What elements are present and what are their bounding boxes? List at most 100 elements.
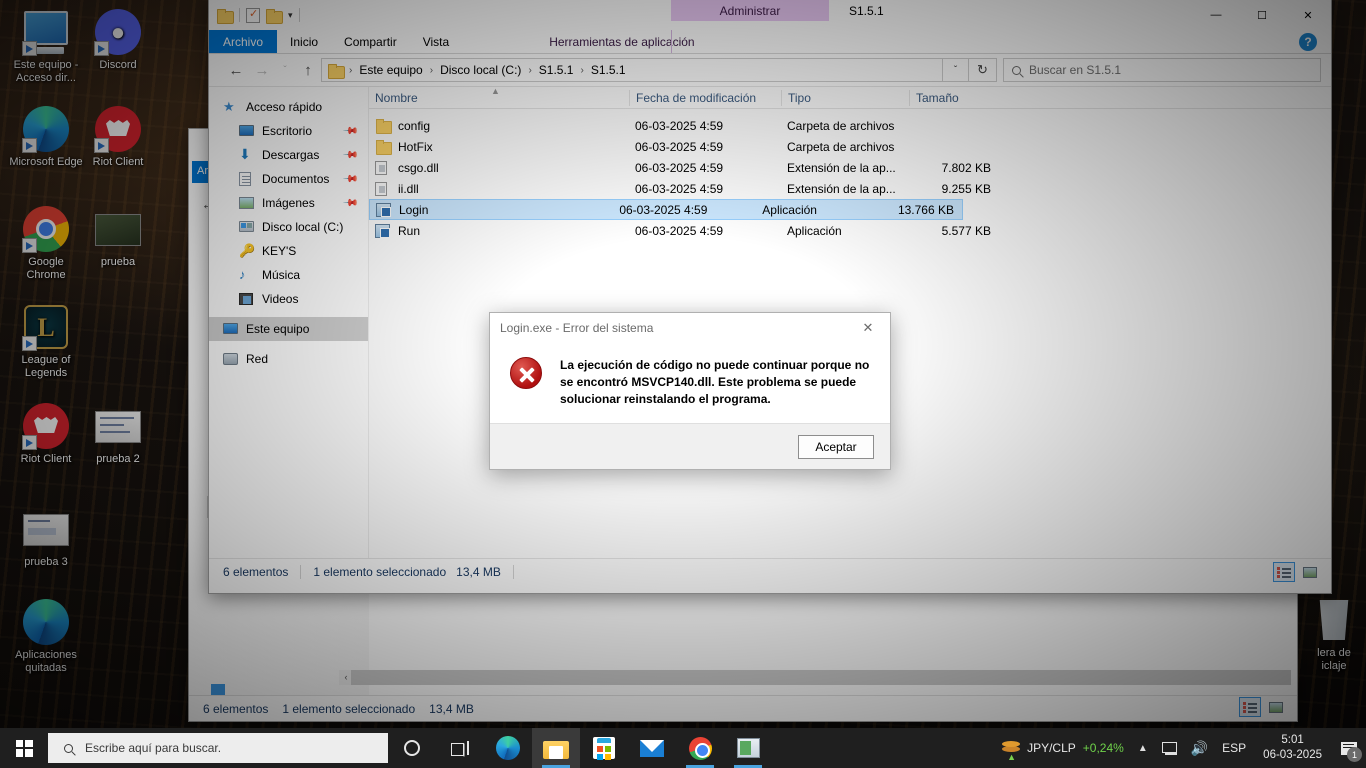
sidebar-item-disco-local[interactable]: Disco local (C:)	[209, 215, 368, 239]
desktop-icon-discord[interactable]: ● Discord	[80, 8, 156, 72]
search-input[interactable]: Escribe aquí para buscar.	[48, 733, 388, 763]
background-window-titlebar[interactable]	[189, 129, 1297, 159]
taskbar-app-microsoft-store[interactable]	[580, 728, 628, 768]
tab-vista[interactable]: Vista	[410, 31, 462, 53]
close-button[interactable]: ✕	[1285, 0, 1331, 30]
tab-inicio[interactable]: Inicio	[277, 31, 331, 53]
desktop-icon-riot-client-2[interactable]: Riot Client	[8, 402, 84, 466]
cortana-button[interactable]	[388, 728, 436, 768]
background-details-view-button[interactable]	[1239, 697, 1261, 717]
desktop-icon-prueba-2[interactable]: prueba 2	[80, 402, 156, 466]
tab-herramientas-de-aplicacion[interactable]: Herramientas de aplicación	[536, 31, 707, 53]
view-buttons[interactable]	[1273, 562, 1321, 582]
desktop-icon-este-equipo[interactable]: Este equipo - Acceso dir...	[8, 8, 84, 85]
desktop-icon-prueba[interactable]: prueba	[80, 205, 156, 269]
chevron-down-icon[interactable]: ▾	[288, 10, 293, 21]
tab-compartir[interactable]: Compartir	[331, 31, 410, 53]
background-horizontal-scrollbar[interactable]	[351, 670, 1291, 685]
table-row[interactable]: ii.dll 06-03-2025 4:59 Extensión de la a…	[369, 178, 1331, 199]
clock[interactable]: 5:01 06-03-2025	[1253, 733, 1332, 763]
search-input[interactable]: Buscar en S1.5.1	[1003, 58, 1321, 82]
breadcrumb[interactable]: › Este equipo › Disco local (C:) › S1.5.…	[321, 58, 943, 82]
taskbar-app-file-explorer[interactable]	[532, 728, 580, 768]
address-history-dropdown[interactable]: ˇ	[943, 58, 969, 82]
column-header-tipo[interactable]: Tipo	[781, 90, 909, 106]
table-row[interactable]: csgo.dll 06-03-2025 4:59 Extensión de la…	[369, 157, 1331, 178]
file-rows[interactable]: config 06-03-2025 4:59 Carpeta de archiv…	[369, 109, 1331, 241]
address-bar-row[interactable]: ← → ˇ ↑ › Este equipo › Disco local (C:)…	[209, 54, 1331, 86]
column-headers[interactable]: Nombre Fecha de modificación Tipo Tamaño…	[369, 87, 1331, 109]
table-row-selected[interactable]: Login 06-03-2025 4:59 Aplicación 13.766 …	[369, 199, 963, 220]
titlebar[interactable]: ▾ Administrar S1.5.1 — ☐ ✕	[209, 0, 1331, 30]
desktop[interactable]: Este equipo - Acceso dir... ● Discord Mi…	[0, 0, 1366, 768]
volume-button[interactable]: 🔊	[1184, 728, 1215, 768]
breadcrumb-item-este-equipo[interactable]: Este equipo	[355, 63, 426, 77]
column-header-fecha[interactable]: Fecha de modificación	[629, 90, 781, 106]
language-button[interactable]: ESP	[1215, 728, 1253, 768]
pin-icon[interactable]: 📌	[341, 195, 358, 212]
start-button[interactable]	[0, 728, 48, 768]
forward-button[interactable]: →	[249, 58, 275, 82]
close-icon[interactable]: ✕	[846, 313, 890, 343]
taskbar[interactable]: Escribe aquí para buscar. ▲ JPY/CLP +0,2…	[0, 728, 1366, 768]
desktop-icon-league-of-legends[interactable]: League of Legends	[8, 303, 84, 380]
background-large-icons-view-button[interactable]	[1265, 697, 1287, 717]
show-hidden-icons-button[interactable]: ▲	[1131, 728, 1155, 768]
background-hscroll-left-button[interactable]: ‹	[339, 670, 353, 685]
ribbon-tabs[interactable]: Archivo Inicio Compartir Vista Herramien…	[209, 30, 1331, 53]
back-button[interactable]: ←	[223, 58, 249, 82]
taskbar-app-edge[interactable]	[484, 728, 532, 768]
desktop-icon-google-chrome[interactable]: Google Chrome	[8, 205, 84, 282]
background-file-tab[interactable]: Arc	[192, 161, 232, 183]
folder-icon[interactable]	[217, 9, 233, 22]
sidebar-item-imagenes[interactable]: Imágenes 📌	[209, 191, 368, 215]
navigation-pane[interactable]: ★ Acceso rápido Escritorio 📌 ⬇ Descargas…	[209, 87, 369, 558]
pin-icon[interactable]: 📌	[341, 171, 358, 188]
large-icons-view-button[interactable]	[1299, 562, 1321, 582]
folder-icon[interactable]	[266, 9, 282, 22]
help-button[interactable]: ?	[1299, 33, 1317, 51]
table-row[interactable]: HotFix 06-03-2025 4:59 Carpeta de archiv…	[369, 136, 1331, 157]
file-explorer-window[interactable]: ▾ Administrar S1.5.1 — ☐ ✕ Archivo Inici…	[208, 0, 1332, 594]
network-button[interactable]	[1155, 728, 1184, 768]
task-view-button[interactable]	[436, 728, 484, 768]
system-tray[interactable]: ▲ JPY/CLP +0,24% ▲ 🔊 ESP 5:01 06-03-2025	[995, 728, 1366, 768]
accept-button[interactable]: Aceptar	[798, 435, 874, 459]
table-row[interactable]: config 06-03-2025 4:59 Carpeta de archiv…	[369, 115, 1331, 136]
taskbar-app-chrome[interactable]	[676, 728, 724, 768]
desktop-icon-aplicaciones-quitadas[interactable]: Aplicaciones quitadas	[8, 598, 84, 675]
desktop-icon-prueba-3[interactable]: prueba 3	[8, 505, 84, 569]
up-button[interactable]: ↑	[295, 58, 321, 82]
breadcrumb-item-s151[interactable]: S1.5.1	[535, 63, 578, 77]
sidebar-item-escritorio[interactable]: Escritorio 📌	[209, 119, 368, 143]
recent-locations-button[interactable]: ˇ	[275, 58, 295, 82]
background-back-arrow-icon[interactable]: ←	[201, 196, 216, 213]
breadcrumb-item-s151-sub[interactable]: S1.5.1	[587, 63, 630, 77]
sidebar-item-keys[interactable]: 🔑 KEY'S	[209, 239, 368, 263]
quick-access-toolbar[interactable]: ▾	[209, 8, 300, 23]
sidebar-item-documentos[interactable]: Documentos 📌	[209, 167, 368, 191]
tab-archivo[interactable]: Archivo	[209, 30, 277, 53]
system-error-dialog[interactable]: Login.exe - Error del sistema ✕ La ejecu…	[489, 312, 891, 470]
column-header-tamano[interactable]: Tamaño	[909, 90, 999, 106]
desktop-icon-recycle-bin[interactable]: lera de iclaje	[1296, 596, 1366, 673]
refresh-button[interactable]: ↻	[969, 58, 997, 82]
taskbar-app-other[interactable]	[724, 728, 772, 768]
notification-center-button[interactable]: 1	[1332, 728, 1366, 768]
sidebar-item-acceso-rapido[interactable]: ★ Acceso rápido	[209, 95, 368, 119]
background-selected-nav-item[interactable]	[207, 496, 369, 518]
maximize-button[interactable]: ☐	[1239, 0, 1285, 30]
table-row[interactable]: Run 06-03-2025 4:59 Aplicación 5.577 KB	[369, 220, 1331, 241]
column-header-nombre[interactable]: Nombre	[369, 90, 629, 106]
pin-icon[interactable]: 📌	[341, 147, 358, 164]
desktop-icon-riot-client[interactable]: Riot Client	[80, 105, 156, 169]
taskbar-app-mail[interactable]	[628, 728, 676, 768]
desktop-icon-microsoft-edge[interactable]: Microsoft Edge	[8, 105, 84, 169]
details-view-button[interactable]	[1273, 562, 1295, 582]
pin-icon[interactable]: 📌	[341, 123, 358, 140]
properties-icon[interactable]	[246, 8, 260, 23]
sidebar-item-descargas[interactable]: ⬇ Descargas 📌	[209, 143, 368, 167]
sidebar-item-musica[interactable]: ♪ Música	[209, 263, 368, 287]
minimize-button[interactable]: —	[1193, 0, 1239, 30]
sidebar-item-este-equipo[interactable]: Este equipo	[209, 317, 368, 341]
